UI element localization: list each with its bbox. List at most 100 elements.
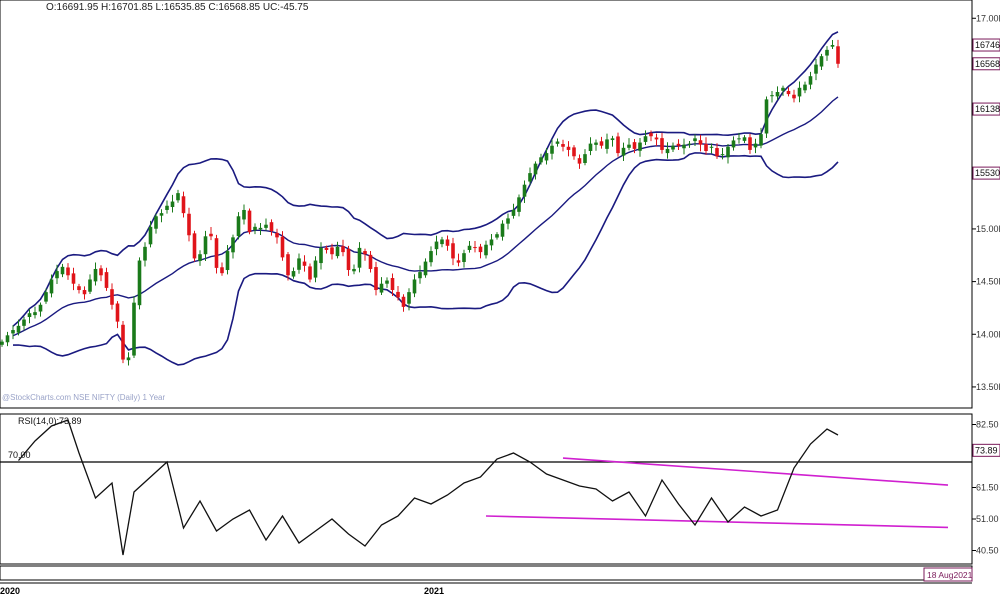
- candle-body: [781, 87, 785, 91]
- candle-body: [38, 304, 43, 312]
- candle-body: [478, 246, 483, 253]
- candle: [214, 234, 219, 274]
- candle-body: [77, 286, 81, 291]
- candle-body: [445, 239, 450, 246]
- candle-body: [198, 254, 202, 261]
- candle-body: [286, 254, 290, 276]
- candle-body: [467, 245, 472, 250]
- candle-body: [731, 140, 736, 148]
- candle-body: [341, 246, 345, 253]
- candle-body: [60, 266, 65, 275]
- price-tick-label: 14.50K: [976, 277, 1000, 287]
- candle-body: [137, 260, 142, 306]
- candle-body: [368, 254, 373, 269]
- candle-body: [605, 139, 609, 149]
- candle-body: [165, 205, 169, 210]
- candle-body: [319, 247, 323, 264]
- candle-body: [82, 290, 87, 295]
- candle-body: [770, 95, 774, 97]
- rsi-tick-label: 61.50: [976, 483, 999, 493]
- candle-body: [302, 261, 307, 266]
- candle-body: [484, 244, 488, 256]
- candle-body: [533, 163, 538, 175]
- rsi-current-label: 73.89: [975, 445, 998, 455]
- candle-body: [555, 141, 560, 144]
- candle-body: [148, 226, 153, 245]
- candle-body: [698, 140, 703, 145]
- candle-body: [830, 45, 835, 47]
- candle-body: [143, 246, 147, 261]
- candle-body: [423, 261, 428, 276]
- price-tick-label: 13.50K: [976, 382, 1000, 392]
- candle-body: [115, 303, 120, 322]
- rsi-tick-label: 51.00: [976, 514, 999, 524]
- candle-body: [676, 143, 681, 146]
- candle-body: [786, 90, 791, 95]
- candle-body: [346, 248, 351, 271]
- price-tick-label: 17.00K: [976, 13, 1000, 23]
- candle-body: [709, 146, 714, 148]
- candle-body: [374, 267, 378, 291]
- candle-body: [649, 133, 653, 137]
- candle-body: [665, 148, 670, 154]
- candle-body: [209, 233, 213, 237]
- candle-body: [808, 76, 813, 85]
- candle-body: [819, 56, 824, 67]
- candle-body: [654, 137, 659, 140]
- candle-body: [748, 137, 752, 150]
- date-box-label: 18 Aug2021: [927, 570, 973, 580]
- candle-body: [99, 268, 103, 276]
- rsi-tick-label: 40.50: [976, 546, 999, 556]
- candle-body: [660, 138, 664, 150]
- price-tick-label: 14.00K: [976, 329, 1000, 339]
- candle-body: [236, 216, 241, 237]
- candle-body: [577, 158, 582, 164]
- candle-body: [126, 357, 131, 361]
- candle-body: [544, 153, 549, 161]
- candle-body: [11, 330, 15, 334]
- candle: [192, 230, 197, 262]
- candle-body: [522, 184, 527, 197]
- candle-body: [489, 239, 494, 246]
- candle-body: [671, 145, 675, 150]
- candle-body: [462, 253, 466, 263]
- candle-body: [192, 233, 197, 259]
- price-tick-label: 15.00K: [976, 224, 1000, 234]
- candle-body: [539, 157, 543, 163]
- candle-body: [16, 325, 21, 333]
- candle-body: [836, 46, 840, 64]
- candle-body: [682, 144, 686, 149]
- candle-body: [583, 154, 587, 163]
- candle-body: [638, 142, 642, 151]
- candle-body: [803, 84, 807, 91]
- candle-body: [412, 279, 417, 294]
- rsi-level-label: 70.00: [8, 450, 31, 460]
- candle-body: [324, 247, 329, 250]
- candle-body: [814, 64, 818, 74]
- candle-body: [572, 147, 576, 157]
- stock-chart: 17.00K 15.00K 14.50K 14.00K 13.50K 16746 16568…: [0, 0, 1000, 600]
- candle-body: [154, 216, 158, 229]
- candle-body: [594, 142, 598, 145]
- candle-body: [390, 278, 395, 291]
- candle-body: [308, 266, 312, 280]
- candle-body: [104, 272, 109, 288]
- candle-body: [715, 148, 719, 157]
- candle-body: [280, 236, 285, 258]
- candle-body: [451, 243, 455, 259]
- candle-body: [357, 247, 362, 268]
- candle: [247, 208, 252, 235]
- candle-body: [407, 292, 411, 304]
- candle-body: [632, 142, 637, 149]
- candle-body: [66, 267, 70, 276]
- candle-body: [258, 227, 263, 230]
- candle-body: [588, 143, 593, 151]
- year-label-2021: 2021: [424, 586, 444, 596]
- candle: [764, 96, 769, 139]
- candle-body: [456, 260, 461, 263]
- candle-body: [363, 251, 367, 255]
- candle-body: [687, 143, 692, 145]
- candle: [121, 320, 125, 364]
- candle-body: [110, 289, 114, 305]
- candle-body: [627, 144, 631, 148]
